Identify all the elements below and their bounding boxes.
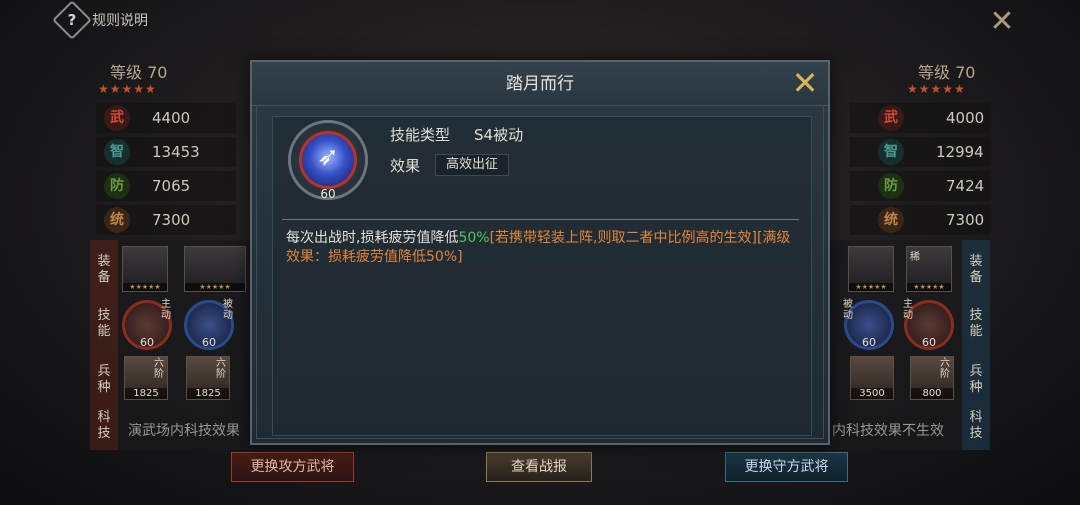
effect-label: 效果 [390, 157, 421, 175]
attacker-level: 等级 70 [110, 63, 168, 82]
stat-value: 4000 [946, 109, 985, 127]
defender-stat-row: 智 12994 [850, 137, 990, 167]
defender-stat-row: 武 4000 [850, 103, 990, 133]
effect-value: 高效出征 [435, 154, 509, 176]
running-figure-icon: ➶ [317, 142, 339, 172]
equip-row-label: 装备 [969, 254, 983, 285]
stat-value: 7300 [152, 211, 191, 229]
defender-skill-slot[interactable]: 主动 60 [903, 299, 954, 350]
force-icon: 武 [104, 105, 130, 131]
troop-row-label: 兵种 [97, 364, 111, 395]
stat-value: 13453 [152, 143, 200, 161]
highlight-value: 50% [458, 230, 490, 246]
rules-label[interactable]: 规则说明 [92, 10, 148, 30]
change-defender-button[interactable]: 更换守方武将 [725, 452, 848, 482]
attacker-troop-slot[interactable]: 六阶 1825 [124, 356, 168, 400]
attacker-troop-slot[interactable]: 六阶 1825 [186, 356, 230, 400]
intellect-icon: 智 [878, 139, 904, 165]
defender-stat-row: 统 7300 [850, 205, 990, 235]
fan-slot[interactable]: 稀 ★★★★★ [906, 246, 952, 292]
stat-value: 12994 [936, 143, 984, 161]
defender-troop-slot[interactable]: 3500 [850, 356, 894, 400]
attacker-skill-slot[interactable]: 主动 60 [122, 299, 172, 350]
defender-stars: ★★★★★ [907, 82, 966, 96]
stat-value: 4400 [152, 109, 191, 127]
skill-row-label: 技能 [969, 308, 983, 339]
equip-row-label: 装备 [97, 254, 111, 285]
weapon-slot[interactable]: ★★★★★ [122, 246, 168, 292]
attacker-stat-row: 武 4400 [96, 103, 236, 133]
force-icon: 武 [878, 105, 904, 131]
intellect-icon: 智 [104, 139, 130, 165]
view-battle-report-button[interactable]: 查看战报 [486, 452, 592, 482]
skill-type-value: S4被动 [474, 126, 524, 144]
skill-description: 每次出战时,损耗疲劳值降低50%[若携带轻装上阵,则取二者中比例高的生效][满级… [286, 230, 791, 265]
stat-value: 7300 [946, 211, 985, 229]
defense-icon: 防 [878, 173, 904, 199]
divider [282, 219, 799, 220]
armor-slot[interactable]: ★★★★★ [184, 246, 246, 292]
defender-stat-row: 防 7424 [850, 171, 990, 201]
defender-level: 等级 70 [918, 63, 976, 82]
attacker-stars: ★★★★★ [98, 82, 157, 96]
modal-title: 踏月而行 [506, 74, 574, 94]
skill-type-label: 技能类型 [390, 126, 451, 144]
change-attacker-button[interactable]: 更换攻方武将 [231, 452, 354, 482]
tech-row-label: 科技 [969, 410, 983, 441]
defender-tech-text: 内科技效果不生效 [832, 423, 944, 439]
attacker-stat-row: 统 7300 [96, 205, 236, 235]
skill-icon-frame: ➶ 60 [288, 120, 368, 201]
troop-row-label: 兵种 [969, 364, 983, 395]
stat-value: 7424 [946, 177, 985, 195]
defender-skill-slot[interactable]: 被动 60 [843, 299, 894, 350]
tech-row-label: 科技 [97, 410, 111, 441]
attacker-stat-row: 防 7065 [96, 171, 236, 201]
close-icon[interactable]: ✕ [986, 6, 1018, 38]
command-icon: 统 [878, 207, 904, 233]
skill-detail-modal: 踏月而行 ✕ ➶ 60 技能类型 S4被动 效果 高效出征 每次出战时,损耗疲劳… [250, 60, 830, 445]
skill-level: 60 [320, 187, 336, 201]
modal-close-icon[interactable]: ✕ [788, 66, 822, 100]
attacker-stat-row: 智 13453 [96, 137, 236, 167]
skill-row-label: 技能 [97, 308, 111, 339]
command-icon: 统 [104, 207, 130, 233]
defender-troop-slot[interactable]: 六阶 800 [910, 356, 954, 400]
defense-icon: 防 [104, 173, 130, 199]
armor-slot[interactable]: ★★★★★ [848, 246, 894, 292]
help-icon[interactable]: ? [52, 0, 92, 40]
attacker-skill-slot[interactable]: 被动 60 [184, 299, 234, 350]
skill-icon: ➶ [299, 131, 357, 189]
stat-value: 7065 [152, 177, 191, 195]
attacker-tech-text: 演武场内科技效果 [128, 423, 240, 439]
